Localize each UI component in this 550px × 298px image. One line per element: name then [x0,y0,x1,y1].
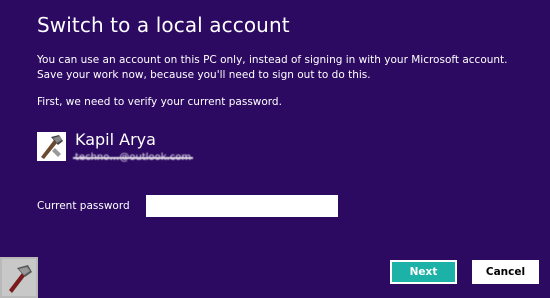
dialog-title: Switch to a local account [37,13,290,37]
brand-logo [0,257,38,298]
dialog-description: You can use an account on this PC only, … [37,54,508,81]
hammer-icon [0,257,38,298]
tools-icon [37,132,66,161]
user-name: Kapil Arya [75,130,156,149]
user-avatar [37,132,66,161]
verify-instruction: First, we need to verify your current pa… [37,96,282,108]
user-email: techno…@outlook.com [72,152,194,163]
current-password-label: Current password [37,200,130,212]
current-password-field[interactable] [146,195,338,217]
cancel-button[interactable]: Cancel [472,260,539,284]
next-button[interactable]: Next [390,260,457,284]
